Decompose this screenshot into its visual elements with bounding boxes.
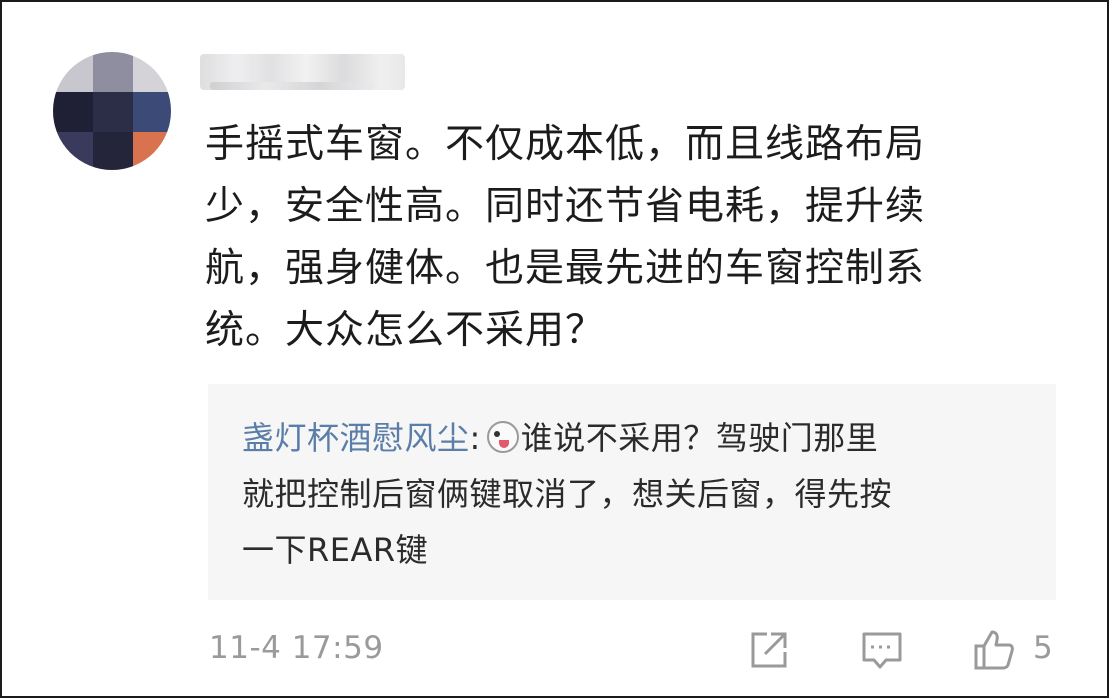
like-count: 5 — [1033, 630, 1053, 666]
comment-icon[interactable] — [860, 628, 904, 672]
comment-line: 航，强身健体。也是最先进的车窗控制系 — [205, 246, 926, 291]
comment-line: 统。大众怎么不采用？ — [205, 308, 606, 353]
reply-author-link[interactable]: 盏灯杯酒慰风尘 — [242, 419, 470, 457]
reply-separator: : — [469, 419, 481, 457]
comment-body: 手摇式车窗。不仅成本低，而且线路布局 少，安全性高。同时还节省电耗，提升续 航，… — [205, 114, 1035, 362]
reply-text: 谁说不采用？驾驶门那里 — [520, 419, 879, 457]
avatar[interactable] — [53, 52, 171, 170]
reply-line: 一下REAR键 — [242, 531, 429, 569]
blurred-username[interactable] — [200, 54, 405, 90]
reply-line: 就把控制后窗俩键取消了，想关后窗，得先按 — [242, 475, 893, 513]
timestamp: 11-4 17:59 — [209, 630, 384, 666]
comment-line: 少，安全性高。同时还节省电耗，提升续 — [205, 184, 926, 229]
reply-line: 盏灯杯酒慰风尘: 谁说不采用？驾驶门那里 — [242, 410, 1032, 466]
reply-preview[interactable]: 盏灯杯酒慰风尘: 谁说不采用？驾驶门那里 就把控制后窗俩键取消了，想关后窗，得先按… — [208, 384, 1056, 600]
comment-line: 手摇式车窗。不仅成本低，而且线路布局 — [205, 122, 926, 167]
reply-body: 盏灯杯酒慰风尘: 谁说不采用？驾驶门那里 就把控制后窗俩键取消了，想关后窗，得先按… — [242, 410, 1032, 578]
comment-card: 手摇式车窗。不仅成本低，而且线路布局 少，安全性高。同时还节省电耗，提升续 航，… — [0, 0, 1109, 698]
face-emoji-icon — [486, 421, 519, 453]
share-icon[interactable] — [747, 628, 791, 672]
like-icon[interactable] — [972, 628, 1016, 672]
